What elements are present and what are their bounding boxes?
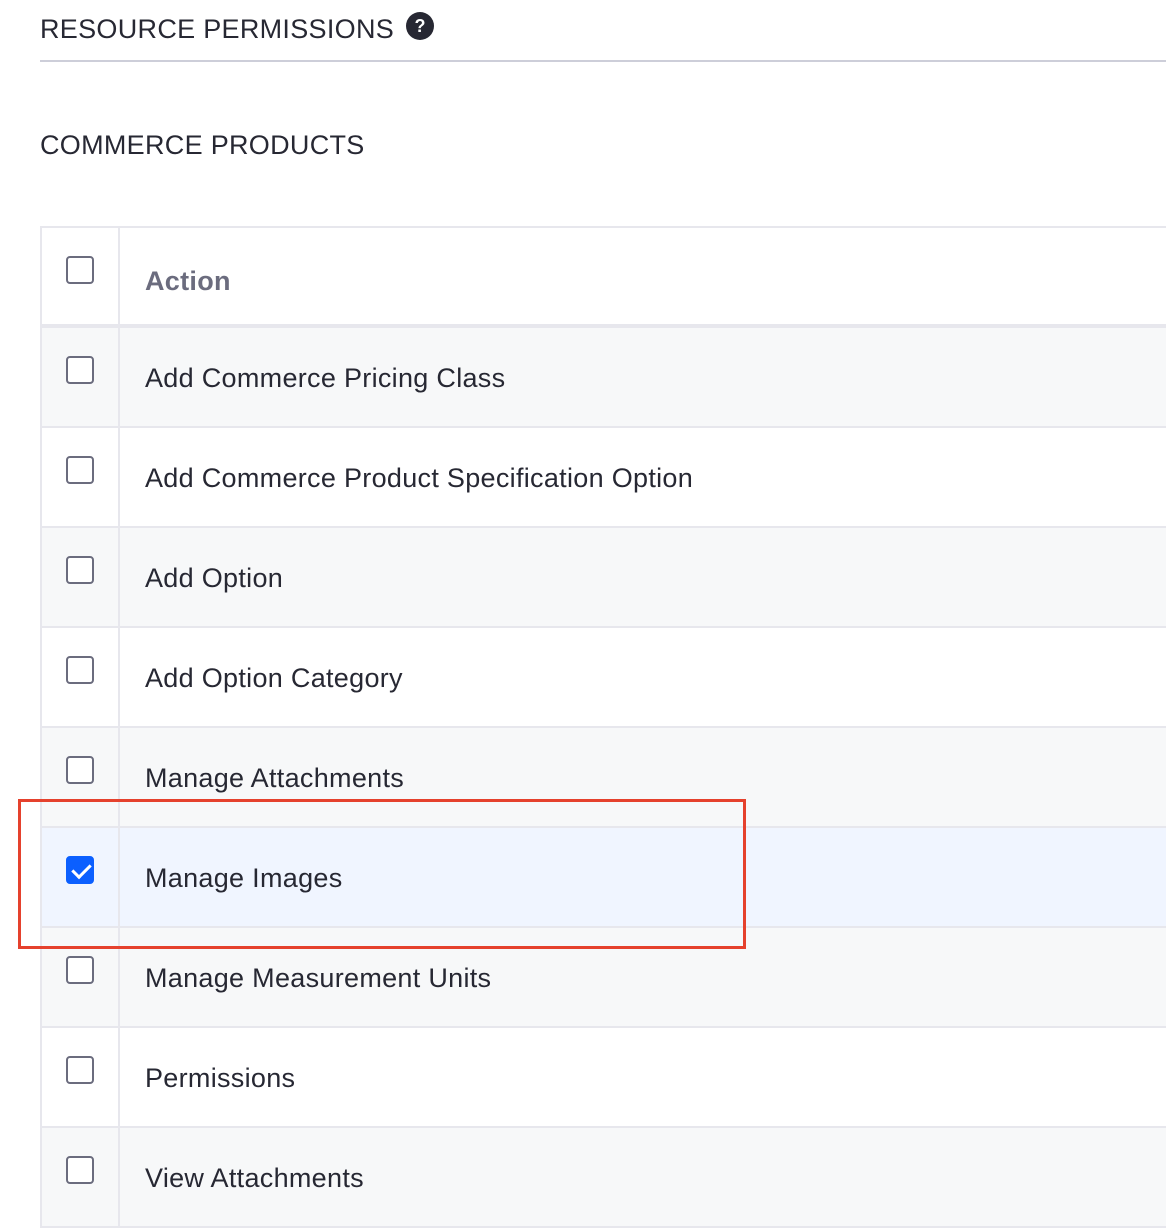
resource-title: COMMERCE PRODUCTS xyxy=(40,130,365,160)
permissions-table: Action Add Commerce Pricing Class Add Co… xyxy=(40,226,1166,1228)
permission-label: Manage Attachments xyxy=(145,763,405,793)
checkbox-cell xyxy=(42,728,120,826)
check-mark-icon xyxy=(71,858,92,880)
table-row: Add Commerce Product Specification Optio… xyxy=(42,428,1166,528)
table-header-row: Action xyxy=(42,228,1166,328)
permission-label: Add Option Category xyxy=(145,663,403,693)
checkbox-cell xyxy=(42,628,120,726)
permission-label: Manage Images xyxy=(145,863,343,893)
permission-label: View Attachments xyxy=(145,1163,364,1193)
permission-label: Add Option xyxy=(145,563,284,593)
checkbox-cell xyxy=(42,328,120,426)
table-row: Add Option Category xyxy=(42,628,1166,728)
table-row: Permissions xyxy=(42,1028,1166,1128)
checkbox-cell xyxy=(42,428,120,526)
action-column-header: Action xyxy=(145,266,231,296)
permission-checkbox[interactable] xyxy=(66,456,94,484)
permission-label: Permissions xyxy=(145,1063,296,1093)
permission-label: Add Commerce Product Specification Optio… xyxy=(145,463,694,493)
permission-checkbox[interactable] xyxy=(66,1156,94,1184)
permission-checkbox[interactable] xyxy=(66,956,94,984)
table-row: Add Commerce Pricing Class xyxy=(42,328,1166,428)
table-row: Add Option xyxy=(42,528,1166,628)
checkbox-cell xyxy=(42,528,120,626)
permission-checkbox[interactable] xyxy=(66,656,94,684)
table-row-selected: Manage Images xyxy=(42,828,1166,928)
checkbox-cell xyxy=(42,928,120,1026)
select-all-checkbox[interactable] xyxy=(66,256,94,284)
section-title: RESOURCE PERMISSIONS xyxy=(40,14,395,44)
select-all-cell xyxy=(42,228,120,324)
table-row: Manage Measurement Units xyxy=(42,928,1166,1028)
resource-permissions-header: RESOURCE PERMISSIONS ? xyxy=(40,0,1166,62)
table-row: Manage Attachments xyxy=(42,728,1166,828)
checkbox-cell xyxy=(42,1128,120,1226)
checkbox-cell xyxy=(42,1028,120,1126)
permission-label: Manage Measurement Units xyxy=(145,963,492,993)
permission-checkbox-checked[interactable] xyxy=(66,856,94,884)
permission-checkbox[interactable] xyxy=(66,1056,94,1084)
table-row: View Attachments xyxy=(42,1128,1166,1228)
permission-label: Add Commerce Pricing Class xyxy=(145,363,506,393)
permission-checkbox[interactable] xyxy=(66,556,94,584)
checkbox-cell xyxy=(42,828,120,926)
question-circle-icon[interactable]: ? xyxy=(406,12,434,40)
permission-checkbox[interactable] xyxy=(66,356,94,384)
permission-checkbox[interactable] xyxy=(66,756,94,784)
